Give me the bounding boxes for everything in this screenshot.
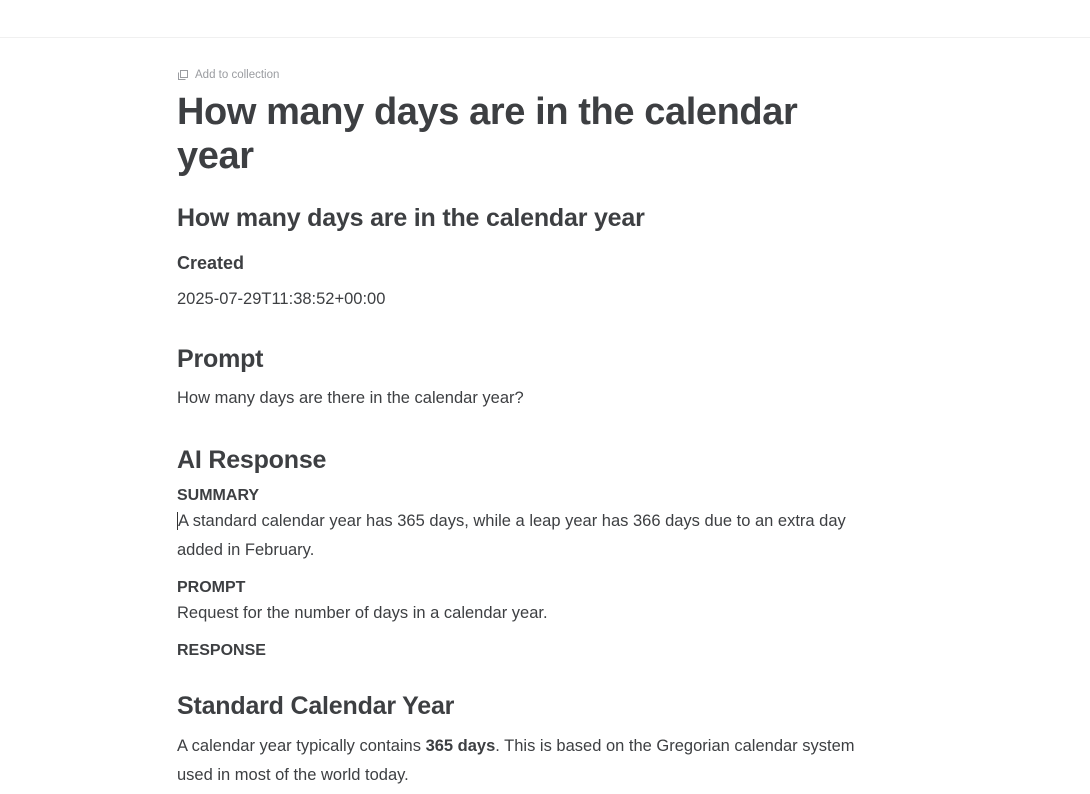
- prompt-summary-text: Request for the number of days in a cale…: [177, 604, 548, 622]
- document: Add to collection How many days are in t…: [177, 38, 877, 790]
- response-label: RESPONSE: [177, 642, 266, 659]
- text: A calendar year typically contains: [177, 737, 426, 755]
- standard-year-text: A calendar year typically contains 365 d…: [177, 732, 877, 790]
- prompt-text: How many days are there in the calendar …: [177, 389, 524, 407]
- standard-year-heading: Standard Calendar Year: [177, 692, 455, 720]
- ai-response-heading: AI Response: [177, 446, 327, 474]
- prompt-label: PROMPT: [177, 579, 246, 596]
- text-cursor: A: [177, 512, 189, 530]
- summary-text[interactable]: A standard calendar year has 365 days, w…: [177, 507, 877, 565]
- page-title: How many days are in the calendar year: [177, 91, 798, 177]
- summary-body: standard calendar year has 365 days, whi…: [177, 512, 846, 559]
- copy-icon: [178, 70, 188, 80]
- created-label: Created: [177, 253, 245, 273]
- top-bar: [0, 0, 1090, 38]
- summary-label: SUMMARY: [177, 487, 260, 504]
- add-to-collection-label: Add to collection: [195, 69, 280, 81]
- add-to-collection-button[interactable]: Add to collection: [177, 69, 877, 81]
- prompt-heading: Prompt: [177, 345, 264, 373]
- bold-text: 365 days: [425, 737, 496, 755]
- created-value: 2025-07-29T11:38:52+00:00: [177, 290, 386, 308]
- document-heading: How many days are in the calendar year: [177, 204, 645, 232]
